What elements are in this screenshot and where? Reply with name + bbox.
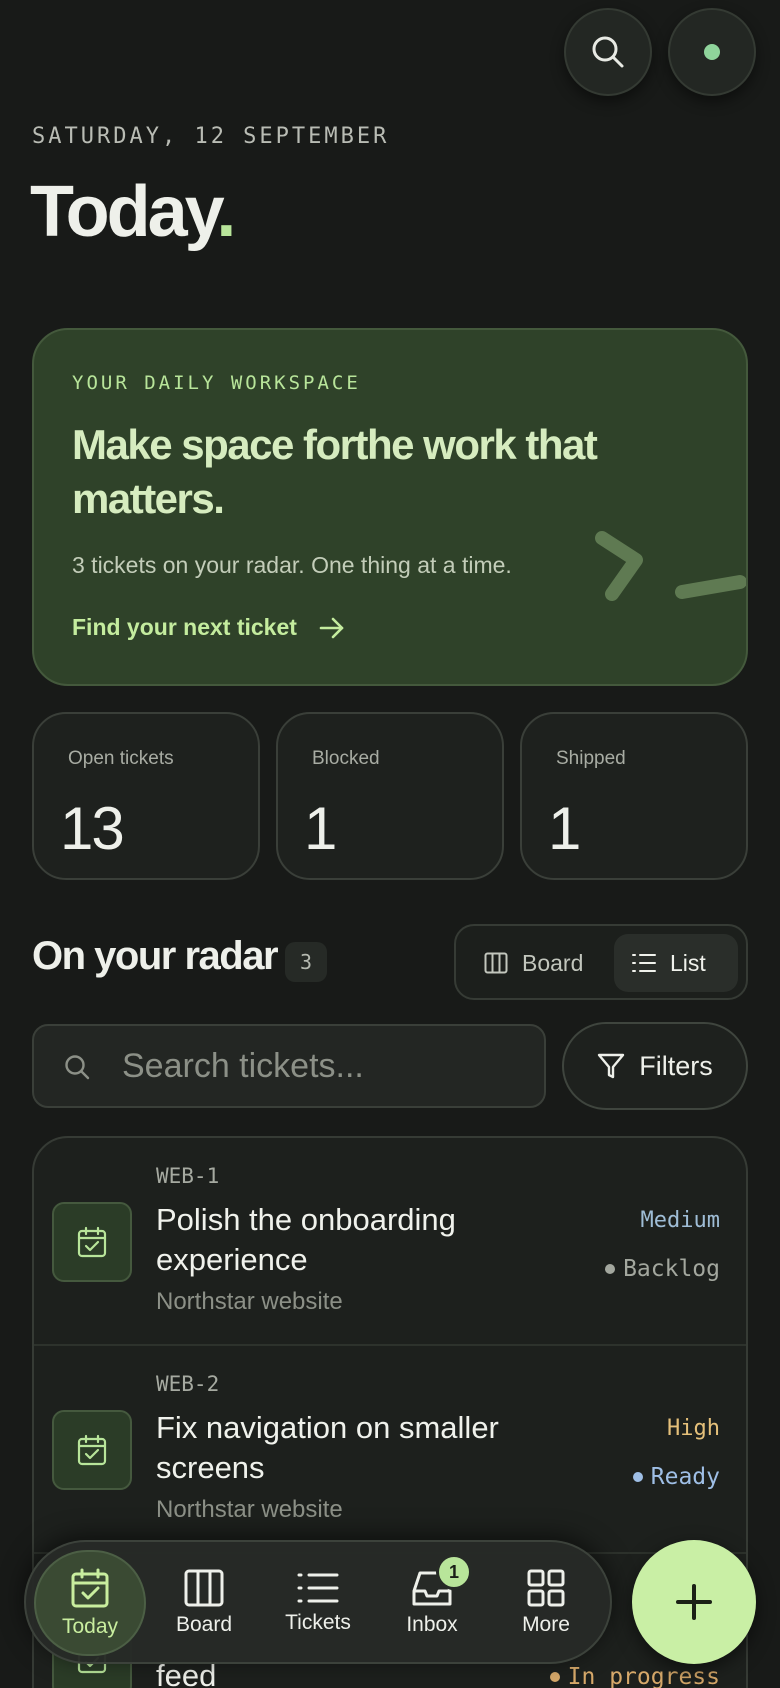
search-input[interactable] — [122, 1036, 522, 1096]
status-button[interactable] — [668, 8, 756, 96]
filters-label: Filters — [639, 1050, 713, 1081]
ticket-row[interactable]: WEB-1 Polish the onboarding experience N… — [34, 1138, 746, 1346]
find-next-ticket-link[interactable]: Find your next ticket — [72, 614, 345, 641]
status-dot — [605, 1264, 616, 1274]
nav-label: Inbox — [406, 1613, 458, 1636]
calendar-check-icon — [71, 1568, 109, 1608]
stat-value: 1 — [304, 795, 337, 862]
stat-blocked[interactable]: Blocked 1 — [276, 712, 504, 880]
nav-today[interactable]: Today — [34, 1550, 146, 1656]
nav-label: Tickets — [285, 1611, 351, 1634]
list-view-button[interactable]: List — [614, 934, 738, 992]
hero-card: YOUR DAILY WORKSPACE Make space forthe w… — [32, 328, 748, 686]
arrow-right-icon — [319, 617, 344, 638]
page-title: Today. — [30, 172, 236, 252]
ticket-row[interactable]: WEB-2 Fix navigation on smaller screens … — [34, 1346, 746, 1554]
stat-value: 13 — [60, 795, 125, 862]
nav-board[interactable]: Board — [148, 1550, 260, 1656]
ticket-title: Polish the onboarding experience — [156, 1202, 456, 1277]
stat-shipped[interactable]: Shipped 1 — [520, 712, 748, 880]
date-label: SATURDAY, 12 SEPTEMBER — [32, 124, 390, 149]
stat-value: 1 — [548, 795, 581, 862]
hero-eyebrow: YOUR DAILY WORKSPACE — [72, 372, 361, 394]
priority-label: Medium — [640, 1208, 720, 1233]
stat-label: Shipped — [556, 748, 626, 769]
ticket-project: Northstar website — [156, 1496, 343, 1523]
ticket-key: WEB-1 — [156, 1164, 220, 1188]
calendar-check-icon — [52, 1202, 132, 1282]
status-dot — [704, 44, 720, 60]
add-ticket-button[interactable] — [632, 1540, 756, 1664]
count-badge: 3 — [285, 942, 327, 982]
calendar-check-icon — [52, 1410, 132, 1490]
bottom-nav: Today Board Tickets Inbox 1 More — [24, 1540, 612, 1664]
hero-subtext: 3 tickets on your radar. One thing at a … — [72, 552, 512, 578]
search-button[interactable] — [564, 8, 652, 96]
search-icon — [592, 36, 624, 68]
terminal-prompt-decoration — [595, 531, 746, 601]
status-label: Ready — [632, 1464, 720, 1490]
status-dot — [549, 1672, 560, 1682]
ticket-title: Fix navigation on smaller screens — [156, 1410, 499, 1485]
status-dot — [632, 1472, 643, 1482]
list-icon — [632, 954, 656, 972]
stat-open-tickets[interactable]: Open tickets 13 — [32, 712, 260, 880]
nav-label: Board — [175, 1613, 233, 1636]
nav-label: Today — [61, 1615, 119, 1638]
view-toggle: Board List — [454, 924, 748, 1000]
inbox-badge: 1 — [436, 1554, 472, 1590]
board-columns-icon — [184, 1569, 224, 1607]
hero-cta-label: Find your next ticket — [72, 614, 297, 640]
stat-label: Open tickets — [68, 748, 174, 769]
list-view-label: List — [670, 949, 706, 976]
search-field — [32, 1024, 546, 1108]
nav-more[interactable]: More — [490, 1550, 602, 1656]
search-icon — [65, 1055, 90, 1080]
board-columns-icon — [484, 952, 508, 974]
hero-headline: Make space forthe work that matters. — [72, 421, 598, 522]
priority-label: High — [667, 1416, 720, 1441]
plus-icon — [676, 1584, 712, 1620]
status-label: Backlog — [605, 1256, 720, 1282]
stat-label: Blocked — [312, 748, 380, 769]
nav-tickets[interactable]: Tickets — [262, 1550, 374, 1656]
board-view-button[interactable]: Board — [466, 934, 601, 992]
board-view-label: Board — [522, 949, 584, 976]
list-icon — [297, 1573, 339, 1603]
nav-inbox[interactable]: Inbox 1 — [376, 1550, 488, 1656]
nav-label: More — [522, 1613, 570, 1636]
grid-icon — [527, 1569, 565, 1607]
ticket-key: WEB-2 — [156, 1372, 220, 1396]
section-title: On your radar — [32, 934, 279, 978]
ticket-project: Northstar website — [156, 1288, 343, 1315]
status-label: In progress — [549, 1664, 720, 1688]
filter-icon — [598, 1053, 625, 1079]
filters-button[interactable]: Filters — [562, 1022, 748, 1110]
